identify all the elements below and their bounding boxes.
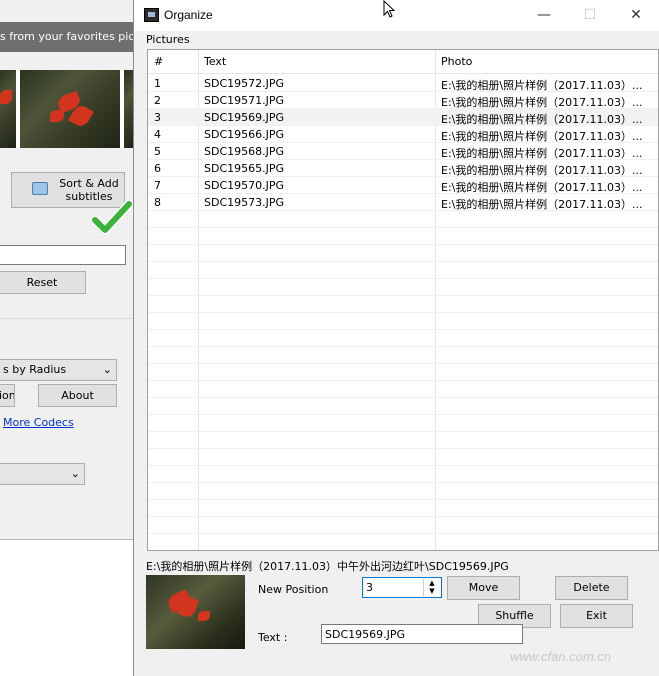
pictures-group-label: Pictures — [146, 33, 190, 46]
row-text: SDC19573.JPG — [204, 196, 285, 209]
row-photo-path: E:\我的相册\照片样例（2017.11.03）... — [441, 113, 643, 126]
thumbnail-strip — [0, 70, 134, 148]
empty-row — [148, 500, 658, 517]
empty-row — [148, 211, 658, 228]
row-photo-path: E:\我的相册\照片样例（2017.11.03）... — [441, 198, 643, 211]
table-row[interactable]: 6 SDC19565.JPG E:\我的相册\照片样例（2017.11.03）... — [148, 160, 658, 177]
row-number: 2 — [154, 94, 161, 107]
arrow-up-icon[interactable]: ▲ — [424, 579, 440, 587]
empty-row — [148, 330, 658, 347]
column-header-photo[interactable]: Photo — [441, 55, 472, 68]
empty-row — [148, 262, 658, 279]
row-number: 3 — [154, 111, 161, 124]
table-row[interactable]: 1 SDC19572.JPG E:\我的相册\照片样例（2017.11.03）... — [148, 75, 658, 92]
maximize-button[interactable]: ☐ — [567, 0, 613, 31]
text-field[interactable]: SDC19569.JPG — [321, 624, 523, 644]
row-photo-path: E:\我的相册\照片样例（2017.11.03）... — [441, 147, 643, 160]
empty-row — [148, 398, 658, 415]
photo-preview — [146, 575, 245, 649]
exit-button[interactable]: Exit — [560, 604, 633, 628]
minimize-button[interactable]: — — [521, 0, 567, 31]
row-text: SDC19569.JPG — [204, 111, 285, 124]
row-number: 6 — [154, 162, 161, 175]
chevron-down-icon: ⌄ — [102, 363, 112, 376]
row-photo-path: E:\我的相册\照片样例（2017.11.03）... — [441, 96, 643, 109]
app-icon — [144, 8, 159, 22]
more-codecs-link[interactable]: More Codecs — [3, 416, 74, 429]
chevron-down-icon: ⌄ — [70, 467, 80, 480]
row-photo-path: E:\我的相册\照片样例（2017.11.03）... — [441, 164, 643, 177]
text-label: Text : — [258, 631, 288, 644]
column-header-number[interactable]: # — [154, 55, 163, 68]
empty-row — [148, 381, 658, 398]
empty-row — [148, 466, 658, 483]
partial-button[interactable]: ion — [0, 384, 15, 407]
new-position-label: New Position — [258, 583, 329, 596]
watermark: www.cfan.com.cn — [510, 649, 612, 664]
row-number: 5 — [154, 145, 161, 158]
reset-button[interactable]: Reset — [0, 271, 86, 294]
subtitle-icon — [32, 182, 48, 195]
empty-row — [148, 364, 658, 381]
table-row[interactable]: 7 SDC19570.JPG E:\我的相册\照片样例（2017.11.03）... — [148, 177, 658, 194]
row-number: 4 — [154, 128, 161, 141]
empty-row — [148, 313, 658, 330]
table-row[interactable]: 8 SDC19573.JPG E:\我的相册\照片样例（2017.11.03）... — [148, 194, 658, 211]
organize-window: Organize — ☐ ✕ Pictures # Text Photo 1 SD… — [133, 0, 659, 676]
format-select[interactable]: ⌄ — [0, 463, 85, 485]
row-text: SDC19572.JPG — [204, 77, 285, 90]
row-text: SDC19565.JPG — [204, 162, 285, 175]
table-row[interactable]: 2 SDC19571.JPG E:\我的相册\照片样例（2017.11.03）... — [148, 92, 658, 109]
thumbnail[interactable] — [20, 70, 120, 148]
divider — [0, 318, 134, 319]
row-text: SDC19570.JPG — [204, 179, 285, 192]
empty-row — [148, 432, 658, 449]
table-row[interactable]: 5 SDC19568.JPG E:\我的相册\照片样例（2017.11.03）... — [148, 143, 658, 160]
row-text: SDC19571.JPG — [204, 94, 285, 107]
mouse-cursor-icon — [383, 0, 396, 18]
radius-select-value: s by Radius — [3, 363, 67, 376]
empty-row — [148, 483, 658, 500]
checkmark-icon — [92, 200, 132, 235]
table-row[interactable]: 4 SDC19566.JPG E:\我的相册\照片样例（2017.11.03）... — [148, 126, 658, 143]
empty-row — [148, 534, 658, 550]
list-header: # Text Photo — [148, 50, 658, 74]
about-button[interactable]: About — [38, 384, 117, 407]
row-text: SDC19566.JPG — [204, 128, 285, 141]
pictures-list[interactable]: # Text Photo 1 SDC19572.JPG E:\我的相册\照片样例（2… — [147, 49, 659, 551]
row-photo-path: E:\我的相册\照片样例（2017.11.03）... — [441, 79, 643, 92]
empty-row — [148, 517, 658, 534]
table-row[interactable]: 3 SDC19569.JPG E:\我的相册\照片样例（2017.11.03）... — [148, 109, 658, 126]
row-text: SDC19568.JPG — [204, 145, 285, 158]
background-window: s from your favorites pictures Sort & Ad… — [0, 0, 134, 540]
radius-select[interactable]: s by Radius ⌄ — [0, 359, 117, 381]
thumbnail[interactable] — [0, 70, 16, 148]
position-stepper[interactable]: ▲ ▼ — [423, 579, 440, 596]
text-field[interactable] — [0, 245, 126, 265]
window-title: Organize — [164, 8, 213, 22]
banner-text: s from your favorites pictures — [0, 22, 134, 52]
empty-row — [148, 245, 658, 262]
row-number: 8 — [154, 196, 161, 209]
selected-path: E:\我的相册\照片样例（2017.11.03）中午外出河边红叶\SDC1956… — [146, 560, 509, 573]
arrow-down-icon[interactable]: ▼ — [424, 587, 440, 595]
close-button[interactable]: ✕ — [613, 0, 659, 31]
empty-row — [148, 279, 658, 296]
row-number: 7 — [154, 179, 161, 192]
empty-row — [148, 347, 658, 364]
column-header-text[interactable]: Text — [204, 55, 226, 68]
row-photo-path: E:\我的相册\照片样例（2017.11.03）... — [441, 181, 643, 194]
empty-row — [148, 296, 658, 313]
move-button[interactable]: Move — [447, 576, 520, 600]
delete-button[interactable]: Delete — [555, 576, 628, 600]
row-number: 1 — [154, 77, 161, 90]
empty-row — [148, 228, 658, 245]
empty-row — [148, 415, 658, 432]
empty-row — [148, 449, 658, 466]
row-photo-path: E:\我的相册\照片样例（2017.11.03）... — [441, 130, 643, 143]
